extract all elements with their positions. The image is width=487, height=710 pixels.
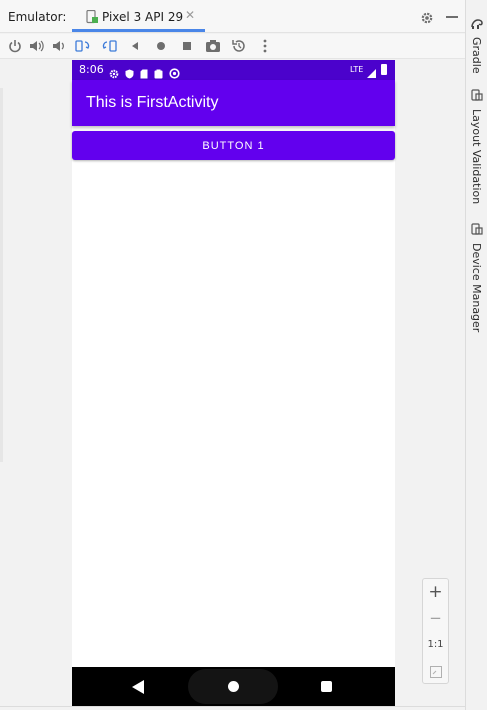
emulator-tab-bar: Emulator: Pixel 3 API 29 ✕: [0, 0, 465, 33]
close-tab-icon[interactable]: ✕: [185, 8, 195, 22]
battery-icon: [381, 64, 387, 75]
zoom-in-button[interactable]: +: [423, 582, 448, 602]
layout-validation-icon: [471, 86, 486, 105]
button-1[interactable]: BUTTON 1: [72, 131, 395, 160]
device-icon: [86, 9, 98, 28]
tab-pixel-3-api-29[interactable]: Pixel 3 API 29 ✕: [72, 0, 205, 32]
overview-icon[interactable]: [179, 38, 195, 54]
layout-validation-label: Layout Validation: [470, 109, 483, 205]
home-icon[interactable]: [153, 38, 169, 54]
back-icon[interactable]: [127, 38, 143, 54]
navigation-bar: [72, 667, 395, 706]
device-tab-label: Pixel 3 API 29: [102, 10, 184, 24]
gradle-icon: [471, 14, 486, 33]
device-screen[interactable]: 8:06 LTE This is FirstActivity BUTTON 1: [72, 60, 395, 706]
settings-gear-icon[interactable]: [420, 10, 434, 29]
tab-layout-validation[interactable]: Layout Validation: [468, 86, 486, 208]
device-manager-icon: [471, 220, 486, 239]
tab-device-manager[interactable]: Device Manager: [468, 220, 486, 336]
zoom-out-button[interactable]: −: [423, 609, 448, 627]
canvas-edge: [0, 88, 3, 462]
zoom-controls: + − 1:1: [422, 578, 449, 684]
status-bar: 8:06 LTE: [72, 60, 395, 80]
active-tab-indicator: [72, 29, 205, 32]
app-bar: This is FirstActivity: [72, 80, 395, 126]
network-type: LTE: [350, 65, 364, 74]
volume-down-icon[interactable]: [51, 38, 67, 54]
tool-window-strip: Gradle Layout Validation Device Manager: [465, 0, 487, 710]
emulator-window: Emulator: Pixel 3 API 29 ✕ 8:06 LTE This…: [0, 0, 487, 710]
nav-back-icon[interactable]: [132, 680, 144, 694]
volume-up-icon[interactable]: [29, 38, 45, 54]
bottom-edge: [0, 706, 465, 710]
app-title: This is FirstActivity: [86, 94, 219, 111]
nav-home-icon[interactable]: [228, 681, 239, 692]
emulator-label: Emulator:: [8, 10, 67, 24]
screenshot-icon[interactable]: [205, 38, 221, 54]
gradle-label: Gradle: [470, 37, 483, 74]
snapshot-icon[interactable]: [231, 38, 247, 54]
emulator-toolbar: [0, 34, 465, 59]
device-manager-label: Device Manager: [470, 243, 483, 333]
actual-size-button[interactable]: 1:1: [423, 639, 448, 650]
tab-gradle[interactable]: Gradle: [468, 14, 486, 78]
rotate-left-icon[interactable]: [75, 38, 91, 54]
power-icon[interactable]: [7, 38, 23, 54]
fit-screen-icon[interactable]: [423, 663, 448, 682]
status-time: 8:06: [79, 63, 104, 76]
more-icon[interactable]: [257, 38, 273, 54]
minimize-icon[interactable]: [446, 16, 458, 18]
rotate-right-icon[interactable]: [101, 38, 117, 54]
nav-recents-icon[interactable]: [321, 681, 332, 692]
